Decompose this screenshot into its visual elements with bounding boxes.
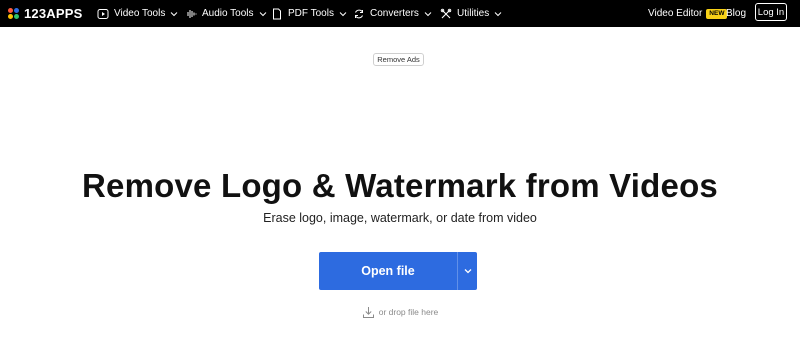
page-subtitle: Erase logo, image, watermark, or date fr…	[263, 211, 537, 225]
nav-video-tools-label: Video Tools	[114, 8, 166, 19]
drop-hint-text: or drop file here	[378, 307, 439, 317]
nav-utilities-label: Utilities	[457, 8, 490, 19]
logo-text: 123APPS	[24, 6, 83, 21]
open-file-button-group: Open file	[319, 252, 477, 290]
chevron-down-icon	[339, 10, 347, 18]
blog-label: Blog	[726, 8, 747, 19]
audio-wave-icon	[185, 8, 197, 20]
nav-pdf-tools[interactable]: PDF Tools	[271, 0, 347, 27]
open-file-button[interactable]: Open file	[319, 252, 457, 290]
tools-icon	[440, 8, 452, 20]
document-icon	[271, 8, 283, 20]
login-button[interactable]: Log In	[755, 3, 787, 21]
video-editor-label: Video Editor	[648, 8, 703, 19]
play-square-icon	[97, 8, 109, 20]
nav-audio-tools[interactable]: Audio Tools	[185, 0, 267, 27]
nav-pdf-tools-label: PDF Tools	[288, 8, 334, 19]
drop-zone-hint[interactable]: or drop file here	[0, 305, 800, 319]
page-title: Remove Logo & Watermark from Videos	[82, 167, 718, 204]
nav-converters-label: Converters	[370, 8, 419, 19]
nav-converters[interactable]: Converters	[353, 0, 432, 27]
chevron-down-icon	[464, 269, 471, 274]
top-navigation-bar: 123APPS Video Tools Audio Tools PDF Tool…	[0, 0, 800, 27]
convert-arrows-icon	[353, 8, 365, 20]
nav-video-tools[interactable]: Video Tools	[97, 0, 178, 27]
chevron-down-icon	[259, 10, 267, 18]
logo-dots-icon	[8, 7, 20, 20]
open-file-dropdown-button[interactable]	[458, 252, 477, 290]
chevron-down-icon	[424, 10, 432, 18]
nav-audio-tools-label: Audio Tools	[202, 8, 254, 19]
nav-utilities[interactable]: Utilities	[440, 0, 502, 27]
chevron-down-icon	[170, 10, 178, 18]
chevron-down-icon	[494, 10, 502, 18]
video-editor-link[interactable]: Video Editor NEW	[648, 0, 728, 27]
download-tray-icon	[362, 306, 374, 318]
new-badge: NEW	[706, 8, 728, 19]
blog-link[interactable]: Blog	[726, 0, 746, 27]
logo[interactable]: 123APPS	[8, 5, 83, 22]
remove-ads-button[interactable]: Remove Ads	[373, 53, 424, 66]
